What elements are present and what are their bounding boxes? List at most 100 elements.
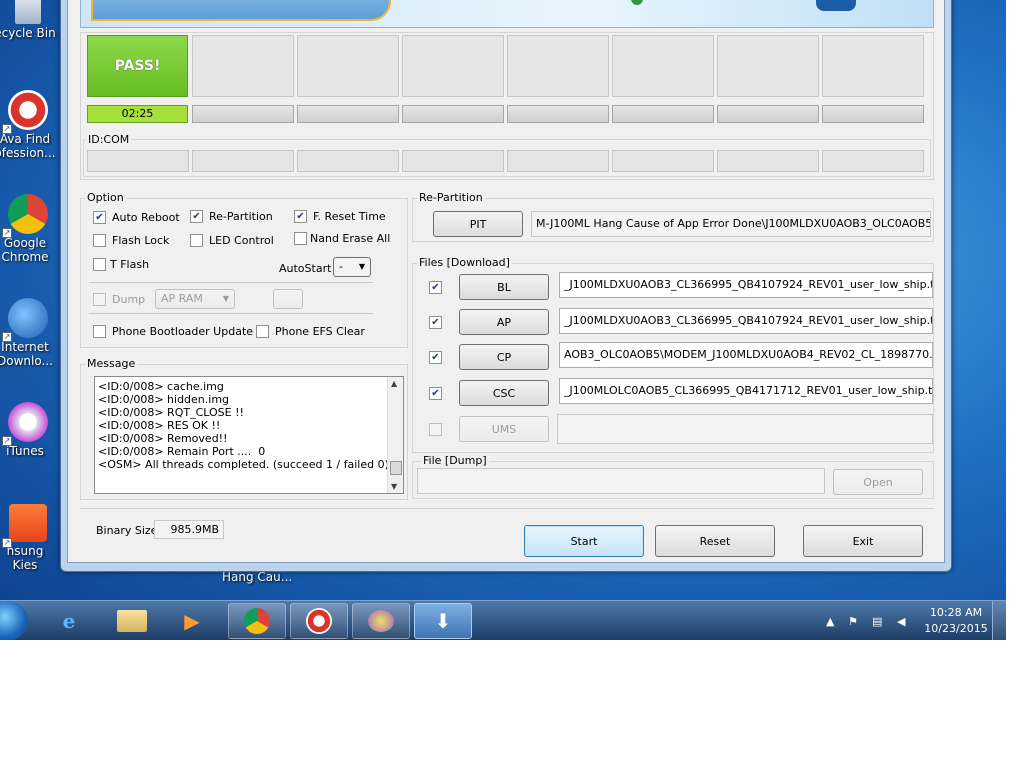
ums-path-field[interactable] <box>557 414 933 444</box>
file-dump-group: File [Dump] Open <box>412 454 934 499</box>
desktop-icon-samsung-kies[interactable]: ↗ nsung Kies <box>0 504 56 572</box>
show-desktop-button[interactable] <box>992 601 1006 640</box>
exit-button[interactable]: Exit <box>803 525 923 557</box>
ap-checkbox[interactable]: ✔ <box>429 316 442 329</box>
desktop-icon-label: ecycle Bin <box>0 26 56 40</box>
dump-small-button[interactable] <box>273 289 303 309</box>
port-progress-bar: 02:25 <box>87 105 188 123</box>
taskbar-explorer[interactable] <box>103 603 161 639</box>
port-progress-bar <box>612 105 714 123</box>
bl-button[interactable]: BL <box>459 274 549 300</box>
odin-window: PASS! 02:25 ID:COM Option ✔ Auto Reboot … <box>60 0 952 572</box>
start-button[interactable]: Start <box>524 525 644 557</box>
cp-path-field[interactable]: AOB3_OLC0AOB5\MODEM_J100MLDXU0AOB4_REV02… <box>559 342 933 368</box>
ap-path-field[interactable]: _J100MLDXU0AOB3_CL366995_QB4107924_REV01… <box>559 308 933 334</box>
files-download-group-title: Files [Download] <box>417 256 512 269</box>
scroll-down-icon[interactable]: ▼ <box>391 482 397 491</box>
files-download-group: Files [Download] ✔ BL _J100MLDXU0AOB3_CL… <box>412 256 934 453</box>
phone-bootloader-update-label: Phone Bootloader Update <box>112 325 254 338</box>
scrollbar-thumb[interactable] <box>390 461 402 475</box>
network-icon[interactable]: ▤ <box>872 601 882 640</box>
id-com-cell <box>612 150 714 172</box>
port-status-cell <box>192 35 294 97</box>
message-log[interactable]: <ID:0/008> cache.img <ID:0/008> hidden.i… <box>94 376 404 494</box>
message-scrollbar[interactable]: ▲ ▼ <box>387 377 403 493</box>
csc-checkbox[interactable]: ✔ <box>429 387 442 400</box>
led-control-checkbox[interactable] <box>190 234 203 247</box>
autostart-dropdown[interactable]: - ▼ <box>333 257 371 277</box>
dump-path-field[interactable] <box>417 468 825 494</box>
shortcut-arrow-icon: ↗ <box>2 436 12 446</box>
desktop-icon-idm[interactable]: ↗ Internet Downlo... <box>0 298 56 368</box>
internet-explorer-icon: e <box>62 609 76 633</box>
led-control-label: LED Control <box>209 234 274 247</box>
binary-size-value: 985.9MB <box>154 520 224 539</box>
bottom-divider <box>80 508 934 509</box>
desktop-icon-label: Ava Find ofession... <box>0 132 56 160</box>
ap-button[interactable]: AP <box>459 309 549 335</box>
cp-checkbox[interactable]: ✔ <box>429 351 442 364</box>
volume-icon[interactable]: ◀ <box>897 601 905 640</box>
ums-button[interactable]: UMS <box>459 416 549 442</box>
flash-lock-checkbox[interactable] <box>93 234 106 247</box>
shortcut-arrow-icon: ↗ <box>2 124 12 134</box>
repartition-group-title: Re-Partition <box>417 191 485 204</box>
phone-bootloader-update-checkbox[interactable] <box>93 325 106 338</box>
reset-button[interactable]: Reset <box>655 525 775 557</box>
desktop-icon-label: Internet Downlo... <box>0 340 53 368</box>
bl-checkbox[interactable]: ✔ <box>429 281 442 294</box>
id-com-group: ID:COM <box>83 133 931 177</box>
desktop-icon-chrome[interactable]: ↗ Google Chrome <box>0 194 56 264</box>
nand-erase-all-checkbox[interactable] <box>294 232 307 245</box>
t-flash-checkbox[interactable] <box>93 258 106 271</box>
pit-button[interactable]: PIT <box>433 211 523 237</box>
open-button[interactable]: Open <box>833 469 923 495</box>
option-group-title: Option <box>85 191 126 204</box>
taskbar-avafind[interactable] <box>290 603 348 639</box>
re-partition-label: Re-Partition <box>209 210 273 223</box>
id-com-cell <box>297 150 399 172</box>
taskbar-media-player[interactable]: ▶ <box>163 603 221 639</box>
media-player-icon: ▶ <box>184 609 200 633</box>
desktop-icon-recycle-bin[interactable]: ecycle Bin <box>0 0 56 40</box>
flag-icon[interactable]: ⚑ <box>848 601 858 640</box>
taskbar-odin[interactable]: ⬇ <box>414 603 472 639</box>
clock[interactable]: 10:28 AM 10/23/2015 <box>920 605 992 637</box>
port-progress-bar <box>297 105 399 123</box>
desktop-icon-avafind[interactable]: ↗ Ava Find ofession... <box>0 90 56 160</box>
csc-path-field[interactable]: _J100MLOLC0AOB5_CL366995_QB4171712_REV01… <box>559 378 933 404</box>
bl-path-field[interactable]: _J100MLDXU0AOB3_CL366995_QB4107924_REV01… <box>559 272 933 298</box>
taskbar-chrome[interactable] <box>228 603 286 639</box>
chevron-down-icon: ▼ <box>358 262 365 271</box>
desktop-icon-itunes[interactable]: ↗ iTunes <box>0 402 56 458</box>
csc-button[interactable]: CSC <box>459 380 549 406</box>
autostart-value: - <box>339 260 343 273</box>
re-partition-checkbox[interactable]: ✔ <box>190 210 203 223</box>
option-divider <box>89 282 373 283</box>
clock-date: 10/23/2015 <box>924 622 988 635</box>
banner-map-pin-icon <box>631 0 643 5</box>
auto-reboot-checkbox[interactable]: ✔ <box>93 211 106 224</box>
download-icon: ⬇ <box>434 609 452 633</box>
ums-checkbox[interactable] <box>429 423 442 436</box>
f-reset-time-checkbox[interactable]: ✔ <box>294 210 307 223</box>
taskbar-ie[interactable]: e <box>40 603 98 639</box>
message-group-title: Message <box>85 357 138 370</box>
t-flash-label: T Flash <box>110 258 150 271</box>
id-com-cell <box>87 150 189 172</box>
message-log-text: <ID:0/008> cache.img <ID:0/008> hidden.i… <box>98 380 389 471</box>
start-button[interactable] <box>0 601 28 640</box>
port-progress-bar <box>822 105 924 123</box>
odin-client-area: PASS! 02:25 ID:COM Option ✔ Auto Reboot … <box>67 0 945 563</box>
pit-path-field[interactable]: M-J100ML Hang Cause of App Error Done\J1… <box>531 211 931 237</box>
tray-show-hidden-icon[interactable]: ▲ <box>826 601 834 640</box>
option-divider <box>89 313 373 314</box>
dump-checkbox[interactable] <box>93 293 106 306</box>
dump-target-dropdown[interactable]: AP RAM ▼ <box>155 289 235 309</box>
cp-button[interactable]: CP <box>459 344 549 370</box>
option-group: Option ✔ Auto Reboot ✔ Re-Partition ✔ F.… <box>80 191 408 348</box>
scroll-up-icon[interactable]: ▲ <box>391 379 397 388</box>
taskbar-messenger[interactable] <box>352 603 410 639</box>
phone-efs-clear-checkbox[interactable] <box>256 325 269 338</box>
dump-label: Dump <box>112 293 146 306</box>
